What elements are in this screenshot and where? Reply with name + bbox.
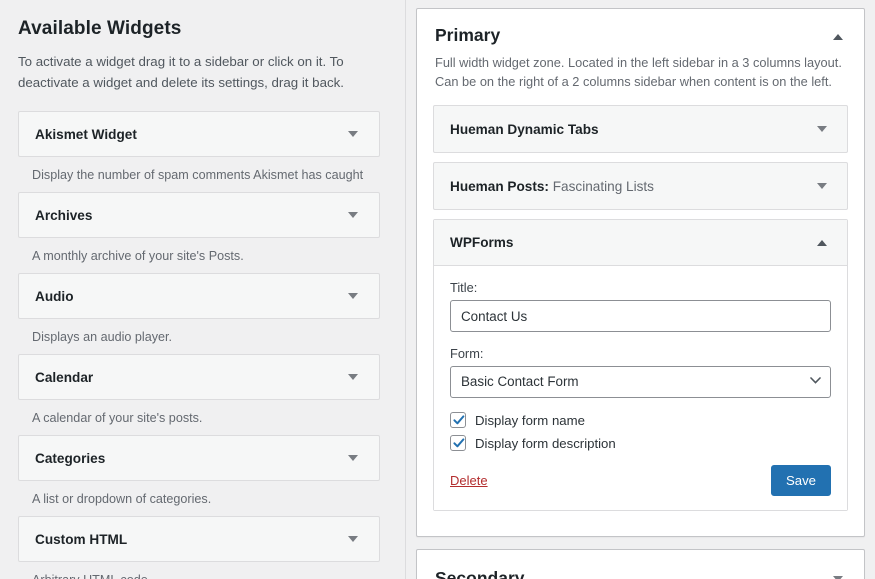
sidebar-zones-column: Primary Full width widget zone. Located …	[406, 0, 875, 579]
sidebar-zone-primary: Primary Full width widget zone. Located …	[416, 8, 865, 538]
title-field-group: Title:	[450, 280, 831, 333]
zone-widget-hueman-dynamic-tabs[interactable]: Hueman Dynamic Tabs	[433, 105, 848, 154]
zone-widget-name: WPForms	[450, 235, 514, 251]
widget-description: Display the number of spam comments Akis…	[32, 168, 364, 183]
chevron-down-icon[interactable]	[810, 174, 834, 198]
widget-name: Calendar	[35, 369, 94, 385]
available-widgets-description: To activate a widget drag it to a sideba…	[18, 54, 344, 90]
sidebar-zone-secondary[interactable]: Secondary	[416, 549, 865, 579]
page-title: Available Widgets	[18, 18, 182, 39]
widget-name: Archives	[35, 207, 93, 223]
title-input[interactable]	[450, 300, 831, 333]
widgets-admin-page: Available Widgets To activate a widget d…	[0, 0, 875, 579]
zone-widget-header[interactable]: Hueman Dynamic Tabs	[434, 106, 847, 152]
delete-link[interactable]: Delete	[450, 473, 488, 488]
zone-widget-name: Hueman Dynamic Tabs	[450, 121, 599, 137]
widget-description: A calendar of your site's posts.	[32, 411, 203, 426]
widget-actions: Delete Save	[450, 465, 831, 497]
available-widget-akismet[interactable]: Akismet Widget	[18, 111, 380, 158]
form-label: Form:	[450, 346, 484, 362]
chevron-down-icon[interactable]	[341, 365, 365, 389]
chevron-down-icon[interactable]	[341, 122, 365, 146]
display-form-name-row[interactable]: Display form name	[450, 412, 831, 429]
available-widget-categories[interactable]: Categories	[18, 435, 380, 482]
available-widgets-column: Available Widgets To activate a widget d…	[0, 0, 406, 579]
save-button[interactable]: Save	[770, 465, 831, 497]
wpforms-widget-form: Title: Form: Basic Contact Form	[434, 266, 847, 511]
zone-widget-instance-name: Fascinating Lists	[552, 178, 654, 194]
display-form-name-label[interactable]: Display form name	[475, 413, 585, 428]
title-label: Title:	[450, 280, 478, 296]
display-form-description-checkbox[interactable]	[450, 435, 466, 452]
chevron-down-icon[interactable]	[341, 203, 365, 227]
widget-description: A monthly archive of your site's Posts.	[32, 249, 244, 264]
chevron-down-icon[interactable]	[341, 284, 365, 308]
available-widget-archives[interactable]: Archives	[18, 192, 380, 239]
zone-widget-header[interactable]: WPForms	[434, 220, 847, 267]
available-widget-custom-html[interactable]: Custom HTML	[18, 516, 380, 563]
chevron-up-icon[interactable]	[810, 231, 834, 255]
form-select[interactable]: Basic Contact Form	[450, 366, 831, 399]
widget-name: Audio	[35, 288, 74, 304]
chevron-down-icon[interactable]	[826, 569, 850, 579]
zone-header-primary[interactable]: Primary Full width widget zone. Located …	[417, 9, 864, 97]
zone-widget-wpforms: WPForms Title: Form: Basic Contact Form	[433, 219, 848, 512]
available-widget-calendar[interactable]: Calendar	[18, 354, 380, 401]
zone-title: Primary	[435, 25, 501, 45]
display-form-description-label[interactable]: Display form description	[475, 436, 616, 451]
widget-name: Akismet Widget	[35, 126, 137, 142]
chevron-down-icon[interactable]	[341, 446, 365, 470]
chevron-down-icon[interactable]	[341, 527, 365, 551]
zone-widget-header[interactable]: Hueman Posts: Fascinating Lists	[434, 163, 847, 209]
widget-name: Categories	[35, 450, 106, 466]
chevron-up-icon[interactable]	[826, 27, 850, 47]
zone-widget-name: Hueman Posts: Fascinating Lists	[450, 179, 654, 194]
display-form-name-checkbox[interactable]	[450, 412, 466, 429]
form-field-group: Form: Basic Contact Form	[450, 346, 831, 399]
widget-description: Displays an audio player.	[32, 330, 173, 345]
display-form-description-row[interactable]: Display form description	[450, 435, 831, 452]
zone-header-secondary[interactable]: Secondary	[417, 550, 864, 579]
zone-description: Full width widget zone. Located in the l…	[435, 55, 842, 90]
zone-title: Secondary	[435, 568, 525, 579]
widget-description: Arbitrary HTML code.	[32, 573, 380, 579]
widget-description: A list or dropdown of categories.	[32, 492, 212, 507]
available-widget-audio[interactable]: Audio	[18, 273, 380, 320]
zone-widget-hueman-posts[interactable]: Hueman Posts: Fascinating Lists	[433, 162, 848, 211]
widget-name: Custom HTML	[35, 531, 128, 547]
zone-widget-base-name: Hueman Posts:	[450, 178, 549, 194]
zone-body-primary: Hueman Dynamic Tabs Hueman Posts: Fascin…	[417, 97, 864, 536]
chevron-down-icon[interactable]	[810, 117, 834, 141]
